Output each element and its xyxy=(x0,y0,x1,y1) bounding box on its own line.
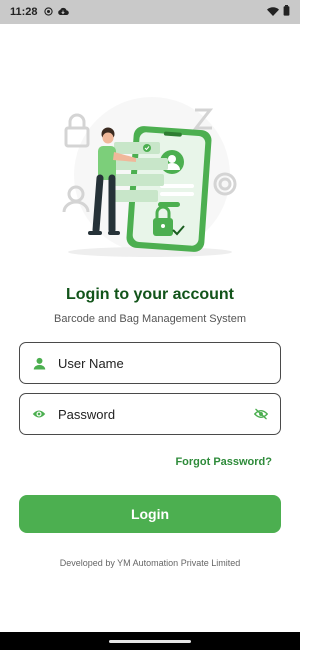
visibility-off-icon[interactable] xyxy=(254,407,268,421)
username-placeholder: User Name xyxy=(58,355,124,371)
password-placeholder: Password xyxy=(58,406,116,422)
person-icon xyxy=(32,356,46,370)
navigation-bar xyxy=(0,632,300,650)
status-left-icons xyxy=(43,3,69,21)
battery-icon xyxy=(283,3,290,21)
status-time: 11:28 xyxy=(10,6,38,18)
username-field[interactable]: User Name xyxy=(19,342,281,384)
forgot-password-link[interactable]: Forgot Password? xyxy=(175,456,272,468)
login-button[interactable]: Login xyxy=(19,495,281,533)
login-title: Login to your account xyxy=(66,286,234,303)
eye-icon xyxy=(32,407,46,421)
cloud-icon xyxy=(57,3,69,21)
developer-credit: Developed by YM Automation Private Limit… xyxy=(59,558,241,568)
password-field[interactable]: Password xyxy=(19,393,281,435)
status-right-icons xyxy=(267,3,290,21)
status-bar: 11:28 xyxy=(0,0,300,24)
record-icon xyxy=(43,3,53,21)
wifi-icon xyxy=(267,3,279,21)
home-gesture-handle[interactable] xyxy=(109,640,191,643)
login-illustration xyxy=(60,80,240,260)
login-subtitle: Barcode and Bag Management System xyxy=(53,313,246,325)
